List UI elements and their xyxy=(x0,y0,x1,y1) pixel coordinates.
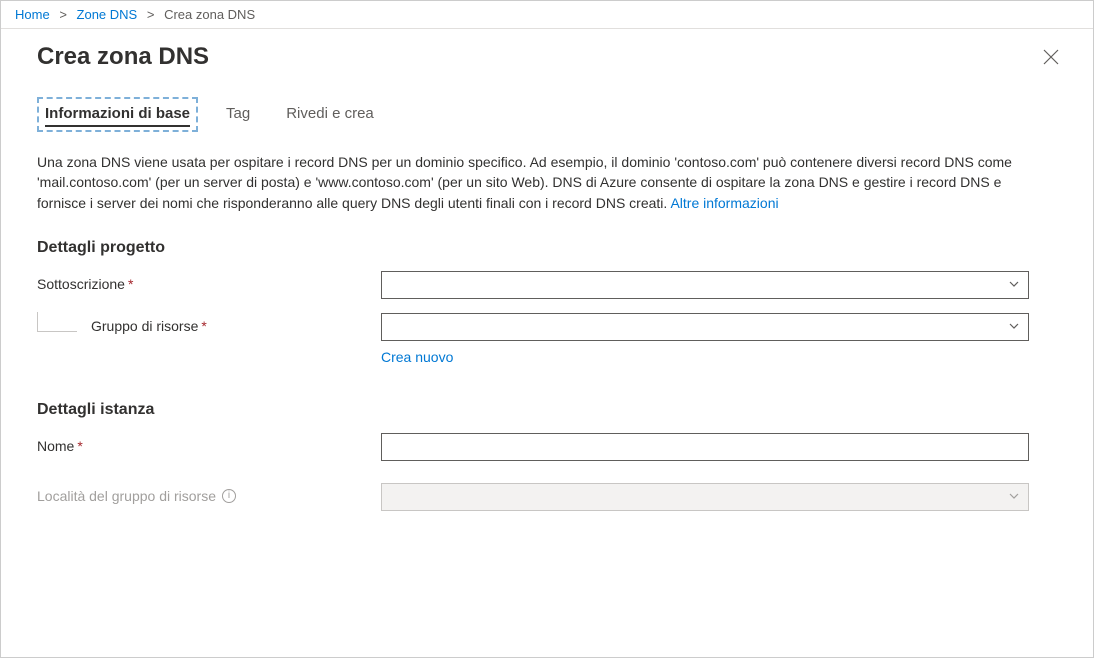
close-icon xyxy=(1043,49,1059,65)
name-input[interactable] xyxy=(381,433,1029,461)
create-new-link[interactable]: Crea nuovo xyxy=(381,349,453,365)
resource-group-label: Gruppo di risorse xyxy=(91,318,198,334)
chevron-right-icon: > xyxy=(59,7,67,22)
description-text: Una zona DNS viene usata per ospitare i … xyxy=(37,152,1037,213)
close-button[interactable] xyxy=(1039,45,1063,69)
required-indicator: * xyxy=(128,276,133,292)
required-indicator: * xyxy=(77,438,82,454)
breadcrumb: Home > Zone DNS > Crea zona DNS xyxy=(1,1,1093,29)
info-icon[interactable]: i xyxy=(222,489,236,503)
section-project-details-title: Dettagli progetto xyxy=(37,239,1057,257)
breadcrumb-home[interactable]: Home xyxy=(15,7,50,22)
page-title: Crea zona DNS xyxy=(37,43,209,71)
breadcrumb-dns-zones[interactable]: Zone DNS xyxy=(77,7,138,22)
indent-connector xyxy=(37,312,77,332)
tab-tags[interactable]: Tag xyxy=(218,97,258,132)
required-indicator: * xyxy=(201,318,206,334)
chevron-right-icon: > xyxy=(147,7,155,22)
tab-basics[interactable]: Informazioni di base xyxy=(37,97,198,132)
location-select xyxy=(381,483,1029,511)
chevron-down-icon xyxy=(1008,489,1020,505)
breadcrumb-current: Crea zona DNS xyxy=(164,7,255,22)
subscription-label: Sottoscrizione xyxy=(37,276,125,292)
subscription-select[interactable] xyxy=(381,271,1029,299)
name-label: Nome xyxy=(37,438,74,454)
resource-group-select[interactable] xyxy=(381,313,1029,341)
learn-more-link[interactable]: Altre informazioni xyxy=(670,195,778,211)
chevron-down-icon xyxy=(1008,319,1020,335)
chevron-down-icon xyxy=(1008,277,1020,293)
tab-review[interactable]: Rivedi e crea xyxy=(278,97,382,132)
section-instance-details-title: Dettagli istanza xyxy=(37,401,1057,419)
tabs: Informazioni di base Tag Rivedi e crea xyxy=(37,97,1057,132)
location-label: Località del gruppo di risorse xyxy=(37,488,216,504)
